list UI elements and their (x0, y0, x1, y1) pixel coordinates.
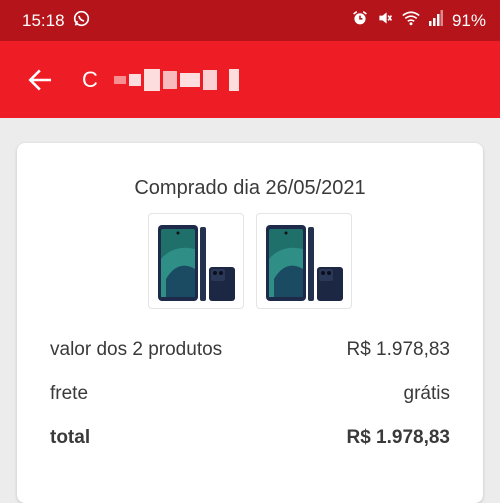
alarm-icon (352, 10, 368, 31)
redacted-title (113, 68, 239, 91)
page-title: C (82, 67, 239, 93)
phone-image (158, 225, 235, 301)
product-thumbnails (17, 213, 483, 309)
items-value-row: valor dos 2 produtos R$ 1.978,83 (50, 339, 450, 361)
total-row: total R$ 1.978,83 (50, 427, 450, 449)
total-amount: R$ 1.978,83 (346, 427, 450, 448)
order-card: Comprado dia 26/05/2021 valor dos 2 prod… (17, 143, 483, 503)
back-button[interactable] (20, 60, 60, 100)
purchase-date: Comprado dia 26/05/2021 (134, 177, 366, 199)
shipping-label: frete (50, 383, 89, 404)
items-value-amount: R$ 1.978,83 (346, 339, 450, 360)
status-bar: 15:18 91% (0, 0, 500, 41)
items-value-label: valor dos 2 produtos (50, 339, 223, 360)
app-bar: C (0, 41, 500, 118)
signal-icon (428, 10, 443, 31)
shipping-value: grátis (403, 383, 450, 404)
phone-image (266, 225, 343, 301)
whatsapp-icon (73, 10, 90, 32)
shipping-row: frete grátis (50, 383, 450, 405)
product-thumbnail[interactable] (148, 213, 244, 309)
mute-icon (377, 10, 393, 31)
product-thumbnail[interactable] (256, 213, 352, 309)
wifi-icon (402, 10, 420, 31)
total-label: total (50, 427, 91, 448)
title-initial: C (82, 66, 98, 92)
arrow-left-icon (28, 68, 52, 91)
battery-level: 91% (451, 10, 486, 30)
clock: 15:18 (22, 10, 65, 30)
